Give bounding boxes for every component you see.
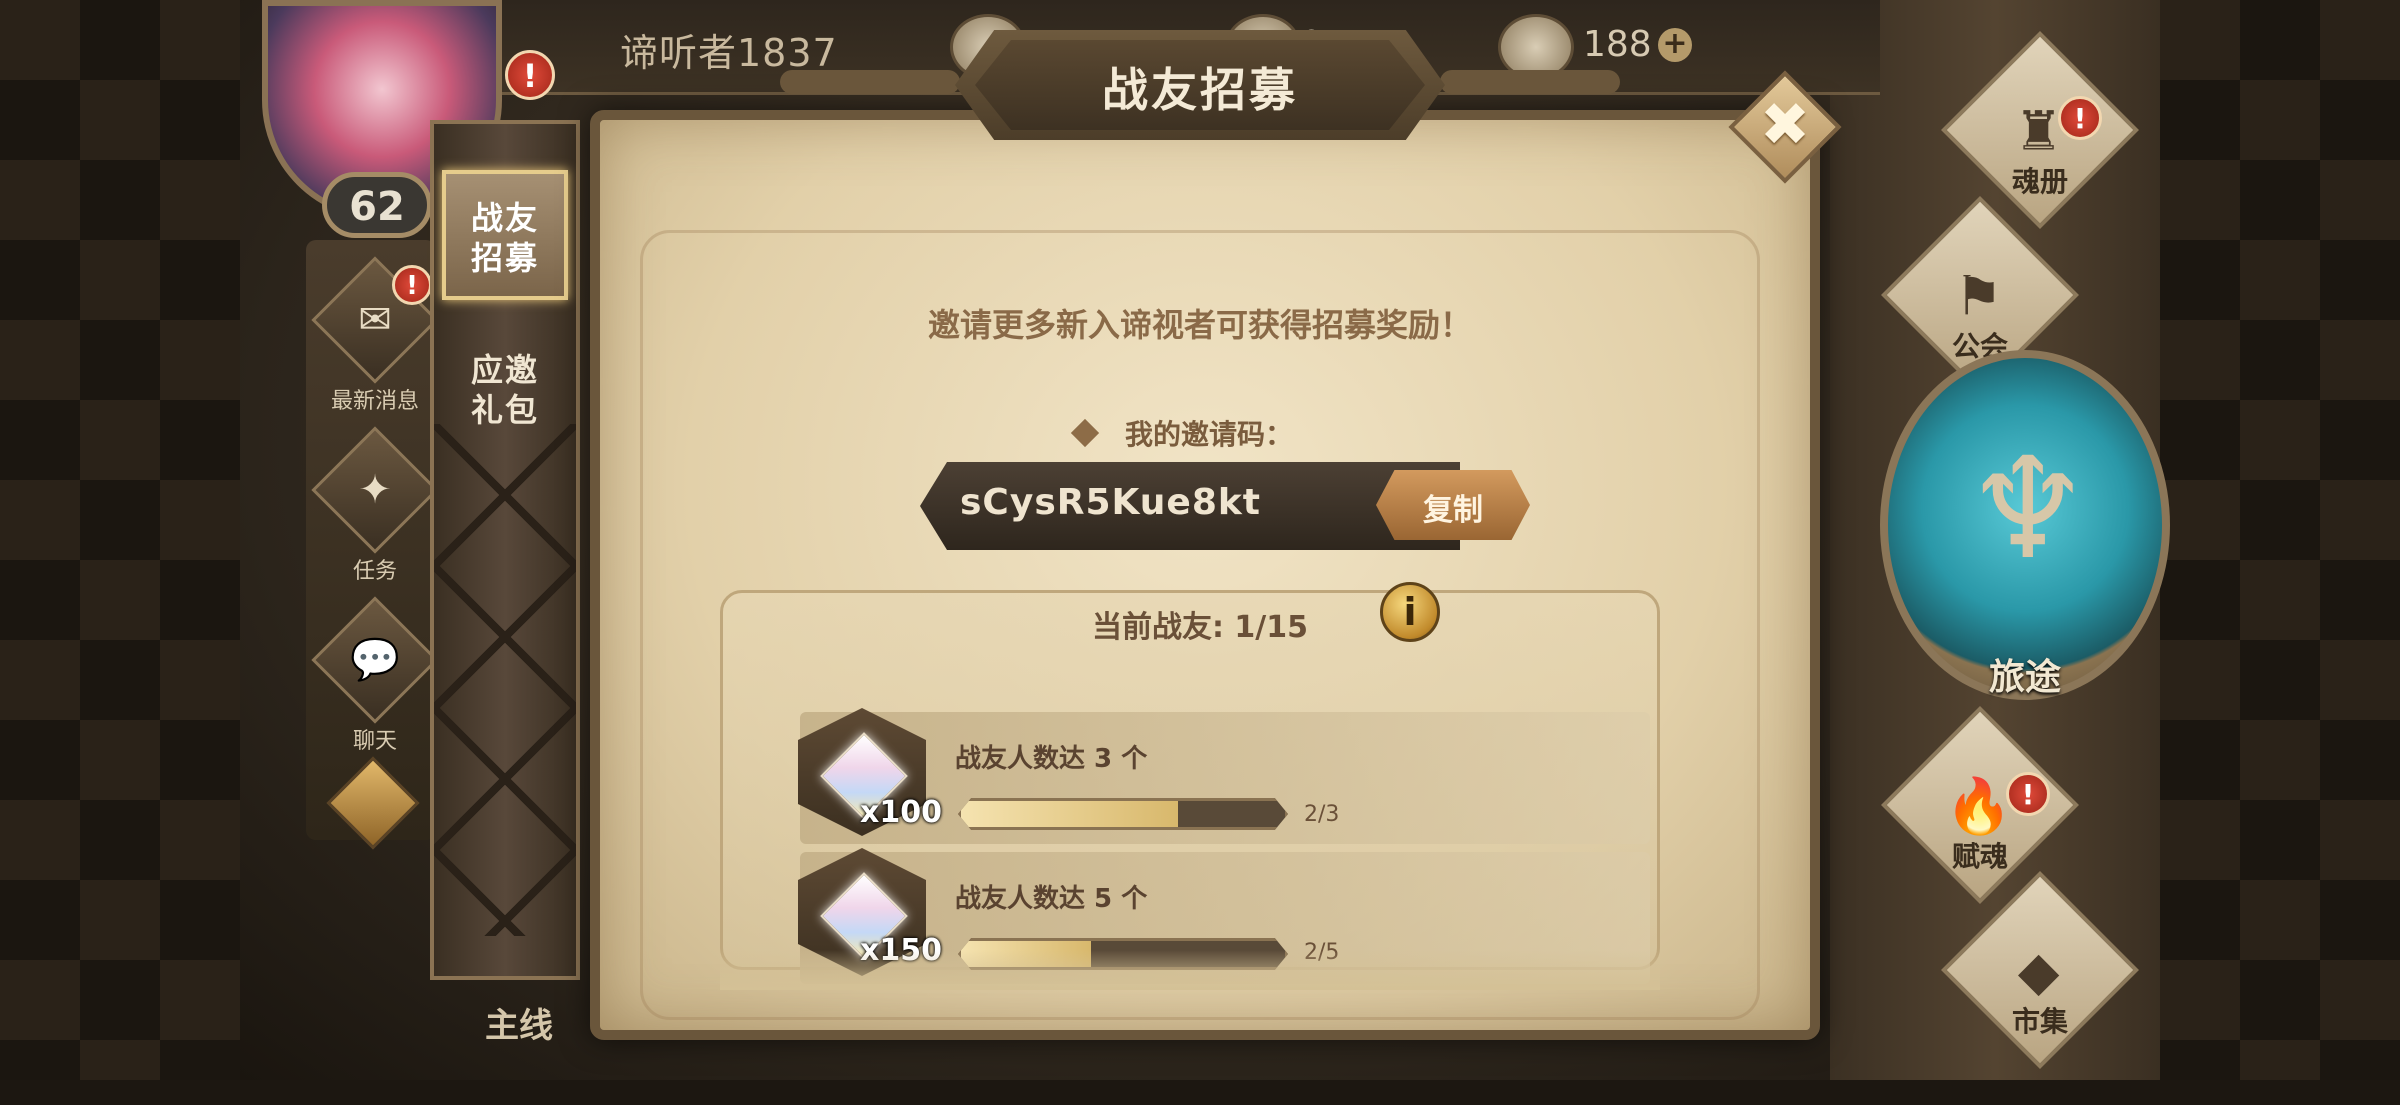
reward-quantity: x100 bbox=[860, 795, 942, 830]
market-button[interactable]: ◆ 市集 bbox=[1940, 871, 2140, 1069]
chat-icon: 💬 bbox=[311, 596, 439, 724]
soul-book-button[interactable]: ♜ 魂册 bbox=[1940, 31, 2140, 229]
invite-code-value: sCysR5Kue8kt bbox=[960, 482, 1262, 523]
reward-progress-bar bbox=[958, 798, 1288, 830]
add-crystal-button[interactable]: + bbox=[1658, 28, 1692, 62]
news-label: 最新消息 bbox=[330, 389, 419, 414]
imbue-button[interactable]: 🔥 赋魂 bbox=[1880, 706, 2080, 904]
reward-title: 战友人数达 5 个 bbox=[955, 884, 1148, 914]
avatar-alert-icon: ! bbox=[505, 50, 555, 100]
rewards-scroll-fade bbox=[720, 950, 1660, 990]
copy-button-label[interactable]: 复制 bbox=[1376, 485, 1530, 529]
reward-progress-fill bbox=[961, 801, 1179, 827]
invite-message: 邀请更多新入谛视者可获得招募奖励！ bbox=[927, 306, 1472, 344]
guild-button[interactable]: ⚑ 公会 bbox=[1880, 196, 2080, 394]
reward-title: 战友人数达 3 个 bbox=[955, 744, 1148, 774]
tab-recruit[interactable]: 战友 招募 bbox=[442, 170, 568, 300]
journey-emblem-icon: ♆ bbox=[1965, 428, 2091, 591]
player-level-badge: 62 bbox=[322, 172, 432, 238]
current-ally-count: 当前战友: 1/15 bbox=[1091, 610, 1309, 645]
info-button[interactable]: i bbox=[1380, 582, 1440, 642]
player-name: 谛听者1837 bbox=[620, 31, 838, 75]
soul-book-alert-icon: ! bbox=[2058, 96, 2102, 140]
task-icon: ✦ bbox=[311, 426, 439, 554]
market-label: 市集 bbox=[2011, 1005, 2068, 1038]
task-label: 任务 bbox=[352, 559, 397, 584]
tab-invite-gift[interactable]: 应邀 礼包 bbox=[442, 350, 568, 450]
tab-recruit-label-1: 战友 bbox=[470, 199, 539, 237]
imbue-alert-icon: ! bbox=[2006, 772, 2050, 816]
left-background-pattern bbox=[0, 0, 240, 1080]
reward-progress-text: 2/3 bbox=[1304, 802, 1340, 827]
soul-book-label: 魂册 bbox=[2011, 165, 2068, 198]
title-right-ornament bbox=[1440, 70, 1620, 94]
dialog-title: 战友招募 bbox=[1102, 63, 1298, 117]
close-button[interactable]: ✖ bbox=[1728, 70, 1842, 184]
invite-code-label: 我的邀请码： bbox=[1125, 418, 1294, 451]
main-line-button[interactable]: 主线 bbox=[485, 998, 553, 1047]
imbue-label: 赋魂 bbox=[1951, 840, 2008, 873]
chat-label: 聊天 bbox=[352, 729, 397, 754]
close-icon: ✖ bbox=[1759, 90, 1811, 160]
title-left-ornament bbox=[780, 70, 960, 94]
journey-label: 旅途 bbox=[1988, 657, 2061, 698]
tab-recruit-label-2: 招募 bbox=[470, 239, 539, 277]
task-button[interactable]: ✦ 任务 bbox=[310, 426, 440, 585]
crystal-value: 188 bbox=[1583, 24, 1652, 65]
chat-button[interactable]: 💬 聊天 bbox=[310, 596, 440, 755]
news-alert-icon: ! bbox=[392, 265, 432, 305]
tab-invite-gift-label-2: 礼包 bbox=[470, 391, 539, 429]
tab-invite-gift-label-1: 应邀 bbox=[470, 351, 539, 389]
right-background-pattern bbox=[2160, 0, 2400, 1080]
